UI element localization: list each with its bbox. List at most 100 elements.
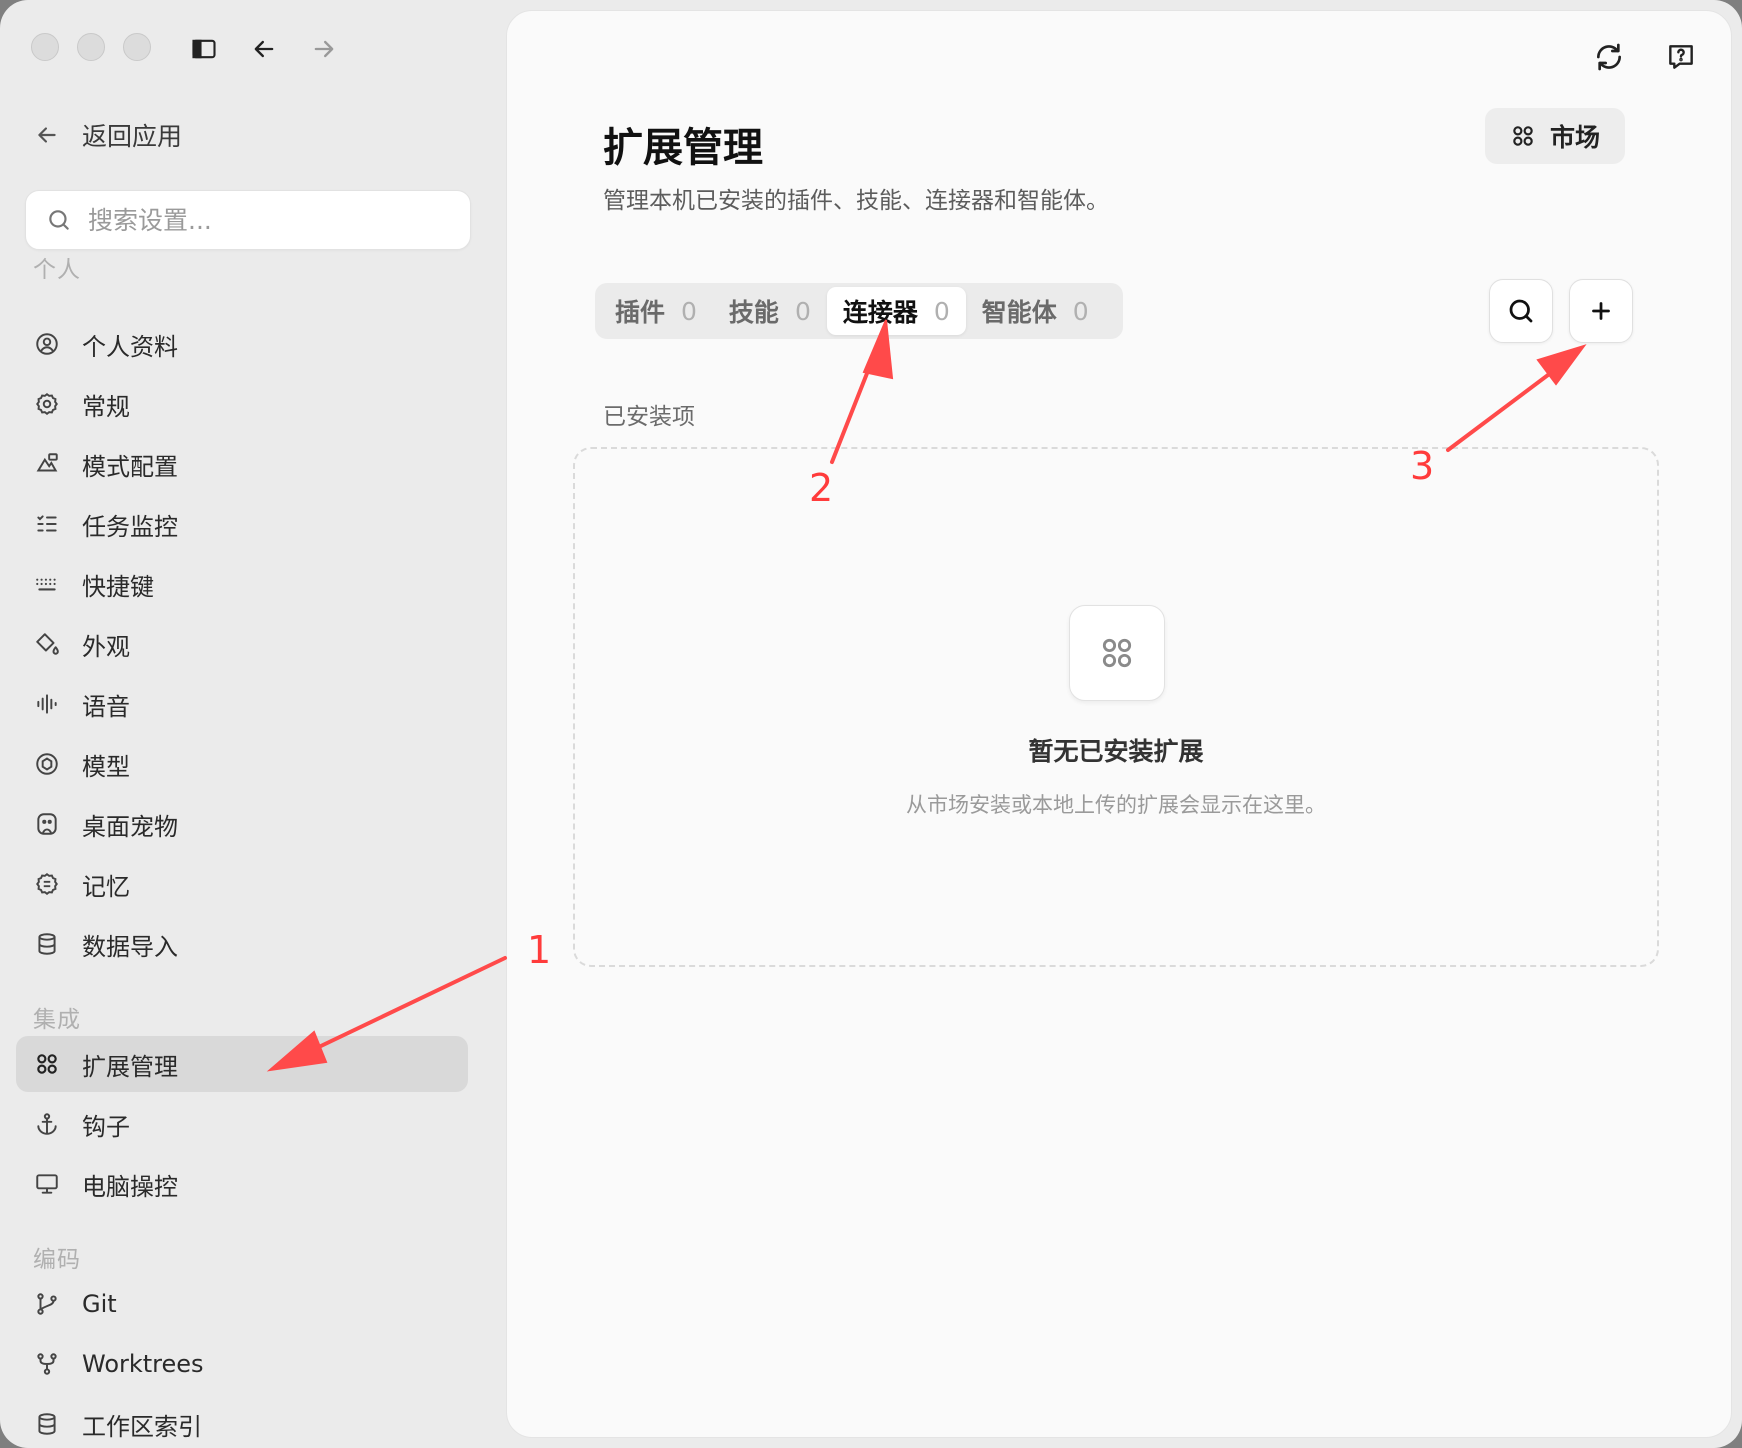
keyboard-icon	[36, 578, 56, 591]
model-icon	[36, 753, 58, 775]
tab-label: 插件	[615, 298, 666, 327]
sidebar-item-workspace-index[interactable]: 工作区索引	[16, 1396, 468, 1448]
sidebar-item-models[interactable]: 模型	[16, 736, 468, 792]
settings-search-box[interactable]	[25, 190, 471, 250]
empty-state: 暂无已安装扩展 从市场安装或本地上传的扩展会显示在这里。	[573, 447, 1659, 967]
sidebar-item-label: 记忆	[82, 872, 130, 901]
audio-wave-icon	[37, 694, 57, 714]
tab-count: 0	[1072, 296, 1089, 326]
sidebar: 返回应用 个人 个人资料 常规 模式配置 任务监控 快捷键	[0, 0, 506, 1448]
annotation-label-3: 3	[1410, 444, 1435, 488]
group-title-integration: 集成	[33, 1007, 81, 1033]
forward-arrow-icon[interactable]	[309, 34, 339, 64]
sidebar-item-desktop-pet[interactable]: 桌面宠物	[16, 796, 468, 852]
tab-label: 智能体	[981, 298, 1057, 327]
tab-count: 0	[933, 296, 950, 326]
sidebar-item-label: 个人资料	[82, 332, 178, 361]
sidebar-item-data-import[interactable]: 数据导入	[16, 916, 468, 972]
extensions-grid-icon	[1513, 126, 1533, 146]
sidebar-item-label: 电脑操控	[82, 1172, 178, 1201]
group-title-personal: 个人	[33, 257, 81, 283]
sidebar-item-label: 常规	[82, 392, 130, 421]
back-to-app-link[interactable]: 返回应用	[34, 116, 182, 154]
gear-icon	[36, 393, 58, 415]
back-to-app-label: 返回应用	[82, 122, 183, 151]
annotation-label-2: 2	[809, 466, 834, 510]
sidebar-item-voice[interactable]: 语音	[16, 676, 468, 732]
search-extensions-button[interactable]	[1489, 279, 1553, 343]
close-window-button[interactable]	[31, 33, 59, 61]
tab-count: 0	[681, 296, 697, 326]
app-window: 返回应用 个人 个人资料 常规 模式配置 任务监控 快捷键	[0, 0, 1742, 1448]
git-branch-icon	[37, 1293, 57, 1315]
sidebar-item-label: Worktrees	[82, 1350, 204, 1378]
sidebar-item-label: 模式配置	[82, 452, 178, 481]
installed-section-label: 已安装项	[603, 404, 695, 430]
main-panel: 扩展管理 管理本机已安装的插件、技能、连接器和智能体。 市场 插件 0 技能 0…	[506, 10, 1732, 1438]
sidebar-item-computer-control[interactable]: 电脑操控	[16, 1156, 468, 1212]
back-arrow-icon[interactable]	[249, 34, 279, 64]
list-check-icon	[37, 515, 57, 532]
plus-icon	[1592, 302, 1610, 320]
palette-icon	[36, 453, 58, 472]
sidebar-item-profile[interactable]: 个人资料	[16, 316, 468, 372]
sidebar-item-label: 工作区索引	[82, 1412, 202, 1441]
tab-skills[interactable]: 技能 0	[713, 287, 827, 335]
sidebar-item-memory[interactable]: 记忆	[16, 856, 468, 912]
database-icon	[38, 1413, 56, 1435]
user-circle-icon	[36, 333, 58, 355]
empty-state-title: 暂无已安装扩展	[1028, 737, 1204, 766]
tab-plugins[interactable]: 插件 0	[599, 287, 713, 335]
tab-connectors[interactable]: 连接器 0	[826, 287, 966, 335]
annotation-label-1: 1	[527, 928, 552, 972]
search-icon	[1509, 299, 1533, 323]
tab-agents[interactable]: 智能体 0	[966, 287, 1105, 335]
sidebar-item-task-monitor[interactable]: 任务监控	[16, 496, 468, 552]
sidebar-item-label: 数据导入	[82, 932, 178, 961]
window-controls	[31, 33, 151, 61]
sidebar-item-hooks[interactable]: 钩子	[16, 1096, 468, 1152]
help-feedback-icon[interactable]	[1657, 33, 1705, 81]
minimize-window-button[interactable]	[77, 33, 105, 61]
page-title: 扩展管理	[603, 125, 763, 171]
sidebar-item-label: 任务监控	[82, 512, 178, 541]
sidebar-toggle-icon[interactable]	[189, 34, 219, 64]
extension-type-tabs: 插件 0 技能 0 连接器 0 智能体 0	[595, 283, 1123, 339]
monitor-icon	[36, 1174, 58, 1194]
brain-icon	[36, 873, 58, 895]
back-arrow-icon	[38, 127, 56, 143]
market-button-label: 市场	[1549, 123, 1600, 152]
database-icon	[38, 933, 56, 955]
sidebar-item-label: Git	[82, 1290, 117, 1318]
sidebar-item-label: 桌面宠物	[82, 812, 178, 841]
page-subtitle: 管理本机已安装的插件、技能、连接器和智能体。	[603, 188, 1109, 214]
sidebar-item-label: 语音	[82, 692, 130, 721]
group-title-coding: 编码	[33, 1247, 81, 1273]
sidebar-item-worktrees[interactable]: Worktrees	[16, 1336, 468, 1392]
market-button[interactable]: 市场	[1485, 108, 1625, 164]
sidebar-item-label: 模型	[82, 752, 130, 781]
settings-search-input[interactable]	[88, 205, 448, 235]
sidebar-item-git[interactable]: Git	[16, 1276, 468, 1332]
zoom-window-button[interactable]	[123, 33, 151, 61]
add-extension-button[interactable]	[1569, 279, 1633, 343]
git-fork-icon	[37, 1353, 57, 1375]
search-icon	[49, 210, 69, 230]
anchor-icon	[37, 1113, 57, 1135]
sidebar-item-general[interactable]: 常规	[16, 376, 468, 432]
sidebar-item-label: 快捷键	[82, 572, 154, 601]
refresh-icon[interactable]	[1585, 33, 1633, 81]
sidebar-item-shortcuts[interactable]: 快捷键	[16, 556, 468, 612]
sidebar-item-label: 外观	[82, 632, 130, 661]
tab-label: 技能	[728, 298, 779, 327]
empty-state-description: 从市场安装或本地上传的扩展会显示在这里。	[906, 793, 1326, 817]
sidebar-item-appearance[interactable]: 外观	[16, 616, 468, 672]
sidebar-item-extensions[interactable]: 扩展管理	[16, 1036, 468, 1092]
sidebar-item-label: 钩子	[82, 1112, 130, 1141]
tab-count: 0	[794, 296, 811, 326]
extensions-grid-icon	[37, 1054, 57, 1074]
extensions-grid-icon	[1069, 605, 1165, 701]
sidebar-item-mode-config[interactable]: 模式配置	[16, 436, 468, 492]
paint-bucket-icon	[36, 633, 59, 655]
tab-label: 连接器	[842, 298, 918, 327]
